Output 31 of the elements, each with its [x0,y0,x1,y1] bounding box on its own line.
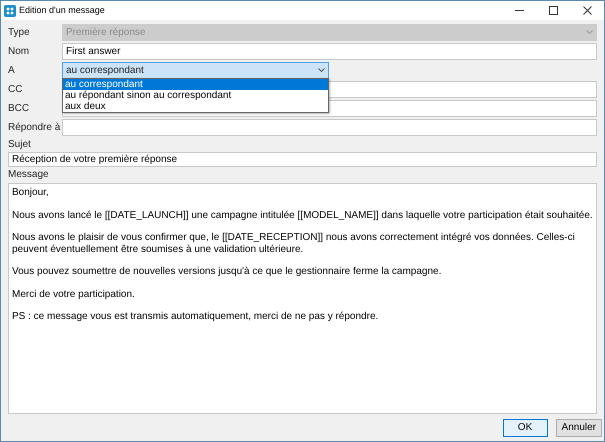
field-label: Message [8,168,50,182]
field-label: Nom [8,44,30,58]
field-label: BCC [8,102,30,116]
window-title: Edition d'un message [19,4,105,17]
dropdown-option[interactable]: au correspondant [63,78,328,90]
field-label: Type [8,26,31,40]
message-paragraph: Nous avons le plaisir de vous confirmer que, le [[DATE_RECEPTION]] nous avons correctement intégré vos données. Celles-ci peuvent éventuellement être soumises à une validation ultérieure. [12,232,576,255]
message-paragraph: Vous pouvez soumettre de nouvelles versions jusqu'à ce que le gestionnaire ferme la campagne. [12,266,442,278]
message-field[interactable] [8,183,597,414]
cancel-button[interactable]: Annuler [556,418,602,436]
dropdown-option[interactable]: au répondant sinon au correspondant [63,90,328,100]
subject-field[interactable]: Réception de votre première réponse [8,152,597,167]
text-field[interactable]: First answer [62,42,597,60]
message-paragraph: PS : ce message vous est transmis automatiquement, merci de ne pas y répondre. [12,311,380,322]
field-label: Répondre à [8,120,62,134]
field-label: A [8,64,16,78]
message-paragraph: Merci de votre participation. [12,288,136,300]
app-icon [4,4,16,16]
chevron-icon [318,68,325,72]
message-paragraph: Nous avons lancé le [[DATE_LAUNCH]] une campagne intitulée [[MODEL_NAME]] dans laquelle votre participation était souhaitée. [12,210,593,221]
maximize-icon [548,6,558,15]
dropdown-option[interactable]: aux deux [63,100,328,112]
close-icon [582,6,592,15]
field-label: Sujet [8,138,32,152]
chevron-icon [586,30,593,34]
field-label: CC [8,82,24,96]
recipient-dropdown[interactable]: au correspondant [62,62,329,78]
text-field[interactable] [62,118,597,136]
ok-button[interactable]: OK [502,418,548,436]
minimize-icon [514,10,524,11]
message-paragraph: Bonjour, [12,187,50,198]
